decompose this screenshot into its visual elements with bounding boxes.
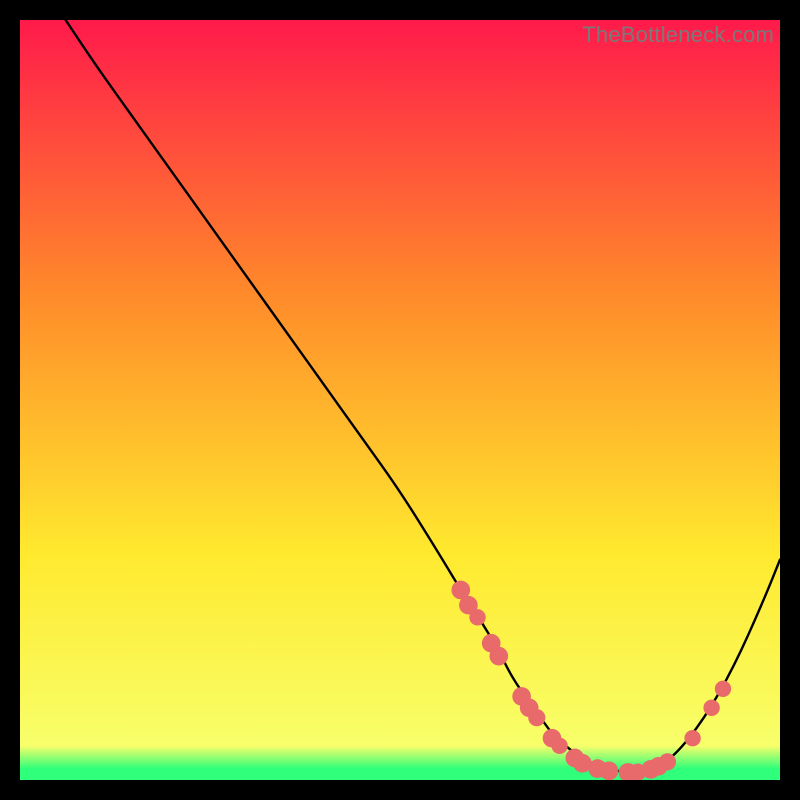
gradient-background <box>20 20 780 780</box>
data-marker <box>659 753 676 770</box>
data-marker <box>715 681 731 697</box>
data-marker <box>551 738 567 754</box>
watermark-text: TheBottleneck.com <box>582 22 774 48</box>
data-marker <box>489 647 508 666</box>
chart-svg <box>20 20 780 780</box>
data-marker <box>703 700 719 716</box>
data-marker <box>528 709 545 726</box>
chart-frame: TheBottleneck.com <box>20 20 780 780</box>
data-marker <box>469 609 485 625</box>
data-marker <box>600 762 619 780</box>
data-marker <box>684 730 700 746</box>
